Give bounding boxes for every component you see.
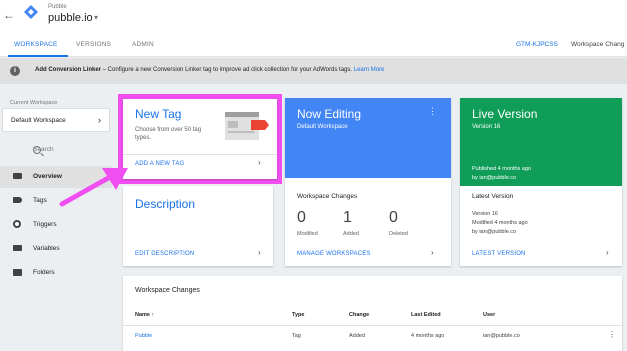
modified-count: 0 xyxy=(297,209,306,226)
deleted-count: 0 xyxy=(389,209,398,226)
workspace-selector[interactable]: Default Workspace › xyxy=(2,108,110,132)
column-header-type[interactable]: Type xyxy=(292,312,304,318)
row-user: ian@pubble.co xyxy=(483,333,520,339)
tag-illustration-icon xyxy=(225,112,269,140)
table-divider xyxy=(123,325,622,326)
row-more-options-icon[interactable]: ⋮ xyxy=(608,330,616,339)
account-label: Pubble xyxy=(48,4,67,10)
container-dropdown-icon[interactable]: ▾ xyxy=(94,13,98,22)
container-name[interactable]: pubble.io xyxy=(48,12,93,24)
live-version-card: Live Version Version 16 Published 4 mont… xyxy=(460,98,622,266)
modified-label: Modified xyxy=(297,231,318,237)
sidebar-item-folders[interactable]: Folders xyxy=(0,262,112,284)
column-header-change[interactable]: Change xyxy=(349,312,369,318)
row-last-edited: 4 months ago xyxy=(411,333,445,339)
app-header: ← Pubble pubble.io ▾ xyxy=(0,0,627,33)
notification-banner: i Add Conversion Linker – Configure a ne… xyxy=(0,58,627,84)
trigger-icon xyxy=(13,220,21,228)
row-name-link[interactable]: Pubble xyxy=(135,333,152,339)
sidebar-item-label: Triggers xyxy=(33,221,57,228)
sidebar-item-label: Tags xyxy=(33,197,47,204)
table-title: Workspace Changes xyxy=(135,287,200,294)
folder-icon xyxy=(13,269,22,276)
now-editing-card: Now Editing Default Workspace ⋮ Workspac… xyxy=(285,98,451,266)
add-new-tag-link[interactable]: ADD A NEW TAG xyxy=(135,161,184,167)
column-header-user[interactable]: User xyxy=(483,312,495,318)
sidebar-item-label: Folders xyxy=(33,269,55,276)
tab-admin[interactable]: ADMIN xyxy=(132,41,154,48)
chevron-right-icon: › xyxy=(98,115,101,125)
main-tabs: WORKSPACE VERSIONS ADMIN GTM-KJPCSS Work… xyxy=(0,33,627,57)
published-time: Published 4 months ago xyxy=(472,166,532,172)
workspace-changes-table: Workspace Changes Name ↑ Type Change Las… xyxy=(123,276,622,351)
live-version-number: Version 16 xyxy=(472,124,501,130)
latest-version-info: Version 16 Modified 4 months ago by ian@… xyxy=(472,210,528,237)
chevron-right-icon: › xyxy=(258,158,261,167)
workspace-name: Default Workspace xyxy=(11,117,66,124)
card-divider xyxy=(123,154,277,155)
deleted-label: Deleted xyxy=(389,231,408,237)
annotation-arrow-icon xyxy=(59,168,128,207)
row-type: Tag xyxy=(292,333,301,339)
published-by: by ian@pubble.co xyxy=(472,175,517,181)
column-header-name[interactable]: Name ↑ xyxy=(135,312,154,318)
now-editing-workspace: Default Workspace xyxy=(297,124,348,130)
chevron-right-icon[interactable]: › xyxy=(258,248,261,257)
sidebar-item-label: Variables xyxy=(33,245,60,252)
sidebar-item-triggers[interactable]: Triggers xyxy=(0,214,112,236)
workspace-changes-label: Workspace Chang xyxy=(571,41,625,48)
live-version-title: Live Version xyxy=(472,107,538,121)
banner-bold: Add Conversion Linker xyxy=(35,67,102,73)
new-tag-title: New Tag xyxy=(135,107,182,121)
latest-version-by: by ian@pubble.co xyxy=(472,229,517,235)
row-change: Added xyxy=(349,333,365,339)
edit-description-link[interactable]: EDIT DESCRIPTION xyxy=(135,251,194,257)
banner-text: Add Conversion Linker – Configure a new … xyxy=(35,67,384,73)
gtm-logo-icon xyxy=(24,5,38,19)
more-options-icon[interactable]: ⋮ xyxy=(428,106,437,117)
back-arrow-icon[interactable]: ← xyxy=(3,8,15,22)
sidebar-item-variables[interactable]: Variables xyxy=(0,238,112,260)
latest-version-title: Latest Version xyxy=(472,193,514,200)
now-editing-title: Now Editing xyxy=(297,107,362,121)
banner-message: – Configure a new Conversion Linker tag … xyxy=(101,67,354,73)
latest-version-number: Version 16 xyxy=(472,211,498,217)
description-title: Description xyxy=(135,197,196,211)
description-card: Description EDIT DESCRIPTION › xyxy=(123,186,273,266)
added-count: 1 xyxy=(343,209,352,226)
variables-icon xyxy=(13,245,22,251)
tag-icon xyxy=(13,197,22,203)
latest-version-modified: Modified 4 months ago xyxy=(472,220,528,226)
search-input[interactable]: Search xyxy=(2,139,110,161)
learn-more-link[interactable]: Learn More xyxy=(354,67,385,73)
manage-workspaces-link[interactable]: MANAGE WORKSPACES xyxy=(297,251,371,257)
overview-icon xyxy=(13,173,22,179)
active-tab-indicator xyxy=(8,55,68,57)
column-header-last-edited[interactable]: Last Edited xyxy=(411,312,441,318)
search-placeholder: Search xyxy=(33,146,54,153)
added-label: Added xyxy=(343,231,359,237)
workspace-changes-title: Workspace Changes xyxy=(297,193,358,200)
current-workspace-label: Current Workspace xyxy=(10,100,58,106)
new-tag-subtitle: Choose from over 50 tag types. xyxy=(135,127,202,141)
latest-version-link[interactable]: LATEST VERSION xyxy=(472,251,526,257)
chevron-right-icon[interactable]: › xyxy=(431,248,434,257)
new-tag-card[interactable]: New Tag Choose from over 50 tag types. A… xyxy=(123,99,277,179)
tab-workspace[interactable]: WORKSPACE xyxy=(14,41,58,48)
chevron-right-icon[interactable]: › xyxy=(606,248,609,257)
tab-versions[interactable]: VERSIONS xyxy=(76,41,111,48)
published-info: Published 4 months ago by ian@pubble.co xyxy=(472,165,531,183)
container-id-link[interactable]: GTM-KJPCSS xyxy=(516,41,558,48)
info-icon: i xyxy=(10,66,20,76)
